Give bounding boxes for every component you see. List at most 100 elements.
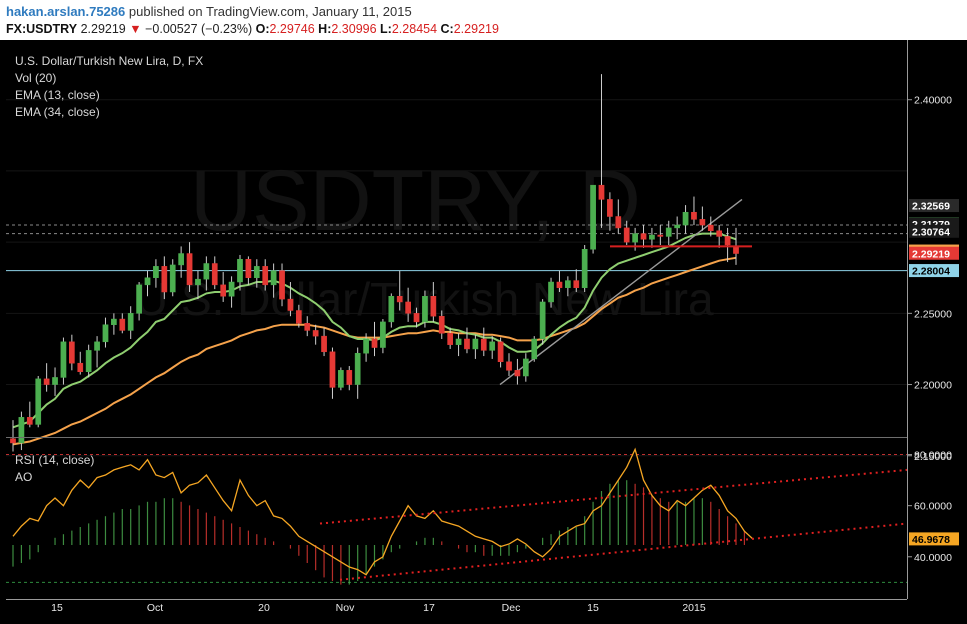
candle-body [85, 350, 92, 372]
candle-body [77, 362, 84, 372]
publish-line: hakan.arslan.75286 published on TradingV… [6, 4, 412, 19]
low-value: 2.28454 [391, 22, 438, 36]
candle-body [354, 352, 361, 385]
ao-legend[interactable]: AO [15, 470, 32, 484]
candle-body [590, 184, 596, 250]
price-chart-svg[interactable]: USDTRY, D U.S. Dollar/Turkish New Lira 2… [0, 40, 967, 624]
author-link[interactable]: hakan.arslan.75286 [6, 4, 125, 19]
candle-body [127, 313, 134, 331]
candle-body [506, 361, 512, 371]
candle-body [43, 378, 50, 385]
candle-body [716, 230, 723, 237]
candle-body [153, 266, 159, 278]
candle-body [111, 318, 117, 325]
candle-body [338, 370, 344, 388]
candle-body [169, 264, 176, 293]
candle-body [733, 246, 739, 254]
time-tick-label: 20 [258, 602, 270, 614]
candle-body [94, 341, 100, 351]
time-tick-label: 2015 [682, 602, 706, 614]
price-marker-label: 2.29219 [912, 248, 950, 260]
watermark-symbol: USDTRY, D [190, 153, 641, 249]
candle-body [497, 341, 504, 363]
rsi-tick-label: 80.0000 [914, 450, 952, 462]
candle-body [674, 224, 681, 229]
candle-body [531, 338, 538, 360]
last-price: 2.29219 [80, 22, 126, 36]
candle-body [455, 338, 462, 345]
time-tick-label: Nov [336, 602, 355, 614]
candle-body [396, 296, 403, 303]
candle-body [10, 438, 16, 444]
low-label: L: [380, 22, 392, 36]
candle-body [464, 338, 470, 350]
candle-body [304, 323, 311, 331]
candle-body [178, 253, 184, 266]
candle-body [707, 224, 714, 231]
high-value: 2.30996 [331, 22, 377, 36]
candle-body [699, 219, 706, 226]
ema34-legend[interactable]: EMA (34, close) [15, 105, 100, 119]
candle-body [35, 378, 42, 425]
open-value: 2.29746 [269, 22, 315, 36]
candle-body [665, 227, 672, 237]
price-marker-label: 2.32569 [912, 201, 950, 213]
candle-body [136, 284, 142, 314]
candle-body [68, 341, 75, 364]
rsi-tick-label: 40.0000 [914, 552, 952, 564]
candle-body [228, 281, 235, 297]
rsi-legend[interactable]: RSI (14, close) [15, 453, 94, 467]
candle-body [556, 281, 563, 288]
candle-body [279, 270, 285, 300]
candle-body [649, 234, 655, 240]
candle-body [186, 253, 193, 286]
candle-body [52, 377, 58, 385]
time-tick-label: Oct [147, 602, 163, 614]
candle-body [321, 335, 327, 353]
candle-body [430, 296, 437, 317]
candle-body [539, 301, 546, 340]
candle-body [422, 296, 428, 323]
chart-area[interactable]: USDTRY, D U.S. Dollar/Turkish New Lira 2… [0, 40, 967, 624]
candle-body [195, 278, 201, 286]
candle-body [565, 280, 571, 288]
candle-body [657, 234, 664, 237]
candle-body [489, 341, 496, 351]
quote-line: FX:USDTRY 2.29219 ▼ −0.00527 (−0.23%) O:… [6, 22, 499, 36]
symbol-label[interactable]: FX:USDTRY [6, 22, 77, 36]
close-value: 2.29219 [453, 22, 499, 36]
price-tick-label: 2.40000 [914, 95, 952, 107]
candle-body [18, 417, 25, 444]
candle-body [371, 338, 378, 348]
candle-body [615, 216, 622, 229]
published-text: published on TradingView.com, January 11… [128, 4, 412, 19]
candle-body [447, 333, 454, 345]
candle-body [102, 324, 109, 343]
candle-body [607, 199, 613, 217]
candle-body [691, 211, 697, 220]
chart-title-legend[interactable]: U.S. Dollar/Turkish New Lira, D, FX [15, 54, 203, 68]
candle-body [60, 341, 67, 378]
candle-body [295, 310, 302, 324]
ema13-legend[interactable]: EMA (13, close) [15, 88, 100, 102]
candle-body [632, 233, 638, 243]
candle-body [237, 258, 243, 283]
high-label: H: [318, 22, 332, 36]
candle-body [245, 258, 252, 278]
candle-body [211, 263, 218, 286]
candle-body [548, 281, 554, 303]
rsi-tick-label: 60.0000 [914, 501, 952, 513]
down-arrow-icon: ▼ [129, 22, 142, 36]
time-tick-label: 15 [51, 602, 63, 614]
price-marker-label: 2.28004 [912, 266, 950, 278]
open-label: O: [255, 22, 270, 36]
candle-body [312, 330, 319, 337]
candle-body [262, 266, 269, 286]
candle-body [287, 298, 294, 311]
volume-legend[interactable]: Vol (20) [15, 71, 56, 85]
candle-body [363, 338, 369, 354]
price-change: −0.00527 (−0.23%) [145, 22, 253, 36]
candle-body [405, 301, 411, 314]
close-label: C: [440, 22, 454, 36]
publish-header: hakan.arslan.75286 published on TradingV… [0, 0, 967, 40]
